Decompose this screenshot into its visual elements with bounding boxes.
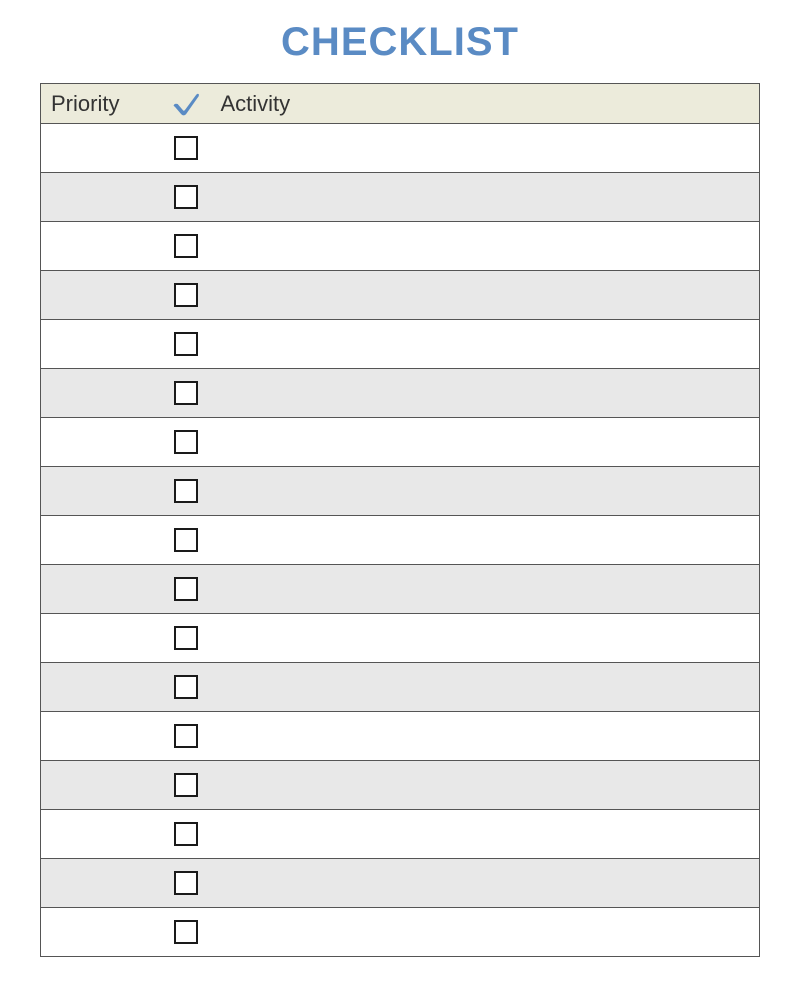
table-row — [41, 663, 760, 712]
check-cell — [161, 369, 211, 418]
checkmark-icon — [171, 91, 201, 117]
table-row — [41, 712, 760, 761]
check-cell — [161, 614, 211, 663]
priority-cell[interactable] — [41, 663, 161, 712]
table-row — [41, 859, 760, 908]
activity-cell[interactable] — [211, 320, 760, 369]
activity-cell[interactable] — [211, 467, 760, 516]
table-row — [41, 222, 760, 271]
priority-cell[interactable] — [41, 271, 161, 320]
priority-cell[interactable] — [41, 712, 161, 761]
checkbox[interactable] — [174, 430, 198, 454]
activity-cell[interactable] — [211, 418, 760, 467]
activity-cell[interactable] — [211, 712, 760, 761]
table-row — [41, 320, 760, 369]
priority-cell[interactable] — [41, 418, 161, 467]
check-cell — [161, 124, 211, 173]
checkbox[interactable] — [174, 234, 198, 258]
activity-cell[interactable] — [211, 761, 760, 810]
checkbox[interactable] — [174, 871, 198, 895]
check-cell — [161, 516, 211, 565]
table-row — [41, 124, 760, 173]
check-cell — [161, 320, 211, 369]
checkbox[interactable] — [174, 381, 198, 405]
priority-cell[interactable] — [41, 124, 161, 173]
priority-cell[interactable] — [41, 908, 161, 957]
checkbox[interactable] — [174, 577, 198, 601]
table-row — [41, 810, 760, 859]
checkbox[interactable] — [174, 283, 198, 307]
table-row — [41, 467, 760, 516]
checkbox[interactable] — [174, 724, 198, 748]
priority-cell[interactable] — [41, 467, 161, 516]
table-header-row: Priority Activity — [41, 84, 760, 124]
check-cell — [161, 173, 211, 222]
check-cell — [161, 418, 211, 467]
activity-cell[interactable] — [211, 565, 760, 614]
column-header-activity: Activity — [211, 84, 760, 124]
column-header-check — [161, 84, 211, 124]
check-cell — [161, 222, 211, 271]
priority-cell[interactable] — [41, 173, 161, 222]
checkbox[interactable] — [174, 675, 198, 699]
activity-cell[interactable] — [211, 859, 760, 908]
check-cell — [161, 908, 211, 957]
activity-cell[interactable] — [211, 614, 760, 663]
table-row — [41, 908, 760, 957]
activity-cell[interactable] — [211, 124, 760, 173]
priority-cell[interactable] — [41, 614, 161, 663]
check-cell — [161, 565, 211, 614]
checkbox[interactable] — [174, 773, 198, 797]
activity-cell[interactable] — [211, 173, 760, 222]
checkbox[interactable] — [174, 332, 198, 356]
checkbox[interactable] — [174, 528, 198, 552]
table-row — [41, 369, 760, 418]
table-row — [41, 565, 760, 614]
checkbox[interactable] — [174, 626, 198, 650]
activity-cell[interactable] — [211, 369, 760, 418]
activity-cell[interactable] — [211, 810, 760, 859]
checkbox[interactable] — [174, 822, 198, 846]
check-cell — [161, 712, 211, 761]
priority-cell[interactable] — [41, 810, 161, 859]
checklist-table: Priority Activity — [40, 83, 760, 957]
table-row — [41, 761, 760, 810]
checkbox[interactable] — [174, 479, 198, 503]
priority-cell[interactable] — [41, 320, 161, 369]
table-body — [41, 124, 760, 957]
check-cell — [161, 271, 211, 320]
priority-cell[interactable] — [41, 222, 161, 271]
check-cell — [161, 663, 211, 712]
priority-cell[interactable] — [41, 369, 161, 418]
priority-cell[interactable] — [41, 565, 161, 614]
check-cell — [161, 761, 211, 810]
table-row — [41, 614, 760, 663]
checkbox[interactable] — [174, 185, 198, 209]
activity-cell[interactable] — [211, 516, 760, 565]
check-cell — [161, 810, 211, 859]
priority-cell[interactable] — [41, 761, 161, 810]
activity-cell[interactable] — [211, 663, 760, 712]
checkbox[interactable] — [174, 920, 198, 944]
priority-cell[interactable] — [41, 859, 161, 908]
checkbox[interactable] — [174, 136, 198, 160]
table-row — [41, 271, 760, 320]
activity-cell[interactable] — [211, 271, 760, 320]
table-row — [41, 418, 760, 467]
page-title: CHECKLIST — [40, 20, 760, 65]
table-row — [41, 173, 760, 222]
check-cell — [161, 467, 211, 516]
check-cell — [161, 859, 211, 908]
table-row — [41, 516, 760, 565]
column-header-priority: Priority — [41, 84, 161, 124]
priority-cell[interactable] — [41, 516, 161, 565]
activity-cell[interactable] — [211, 222, 760, 271]
activity-cell[interactable] — [211, 908, 760, 957]
